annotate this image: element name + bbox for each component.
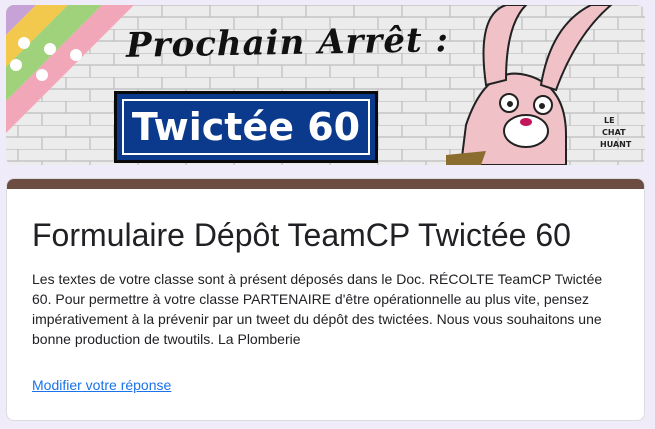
artist-signature: LE — [604, 116, 615, 125]
form-description: Les textes de votre classe sont à présen… — [32, 271, 603, 347]
svg-text:CHAT: CHAT — [602, 128, 626, 137]
banner-title: Prochain Arrêt : — [125, 20, 450, 66]
form-title: Formulaire Dépôt TeamCP Twictée 60 — [32, 217, 571, 253]
form-header-card: Formulaire Dépôt TeamCP Twictée 60 Les t… — [6, 178, 645, 421]
card-accent-bar — [7, 179, 644, 189]
banner-plate-text: Twictée 60 — [122, 99, 370, 155]
svg-text:HUANT: HUANT — [600, 140, 632, 149]
banner-plate: Twictée 60 — [114, 91, 378, 163]
header-banner-image: LE CHAT HUANT Prochain Arrêt : Twictée 6… — [6, 5, 645, 165]
edit-response-link[interactable]: Modifier votre réponse — [32, 377, 171, 393]
